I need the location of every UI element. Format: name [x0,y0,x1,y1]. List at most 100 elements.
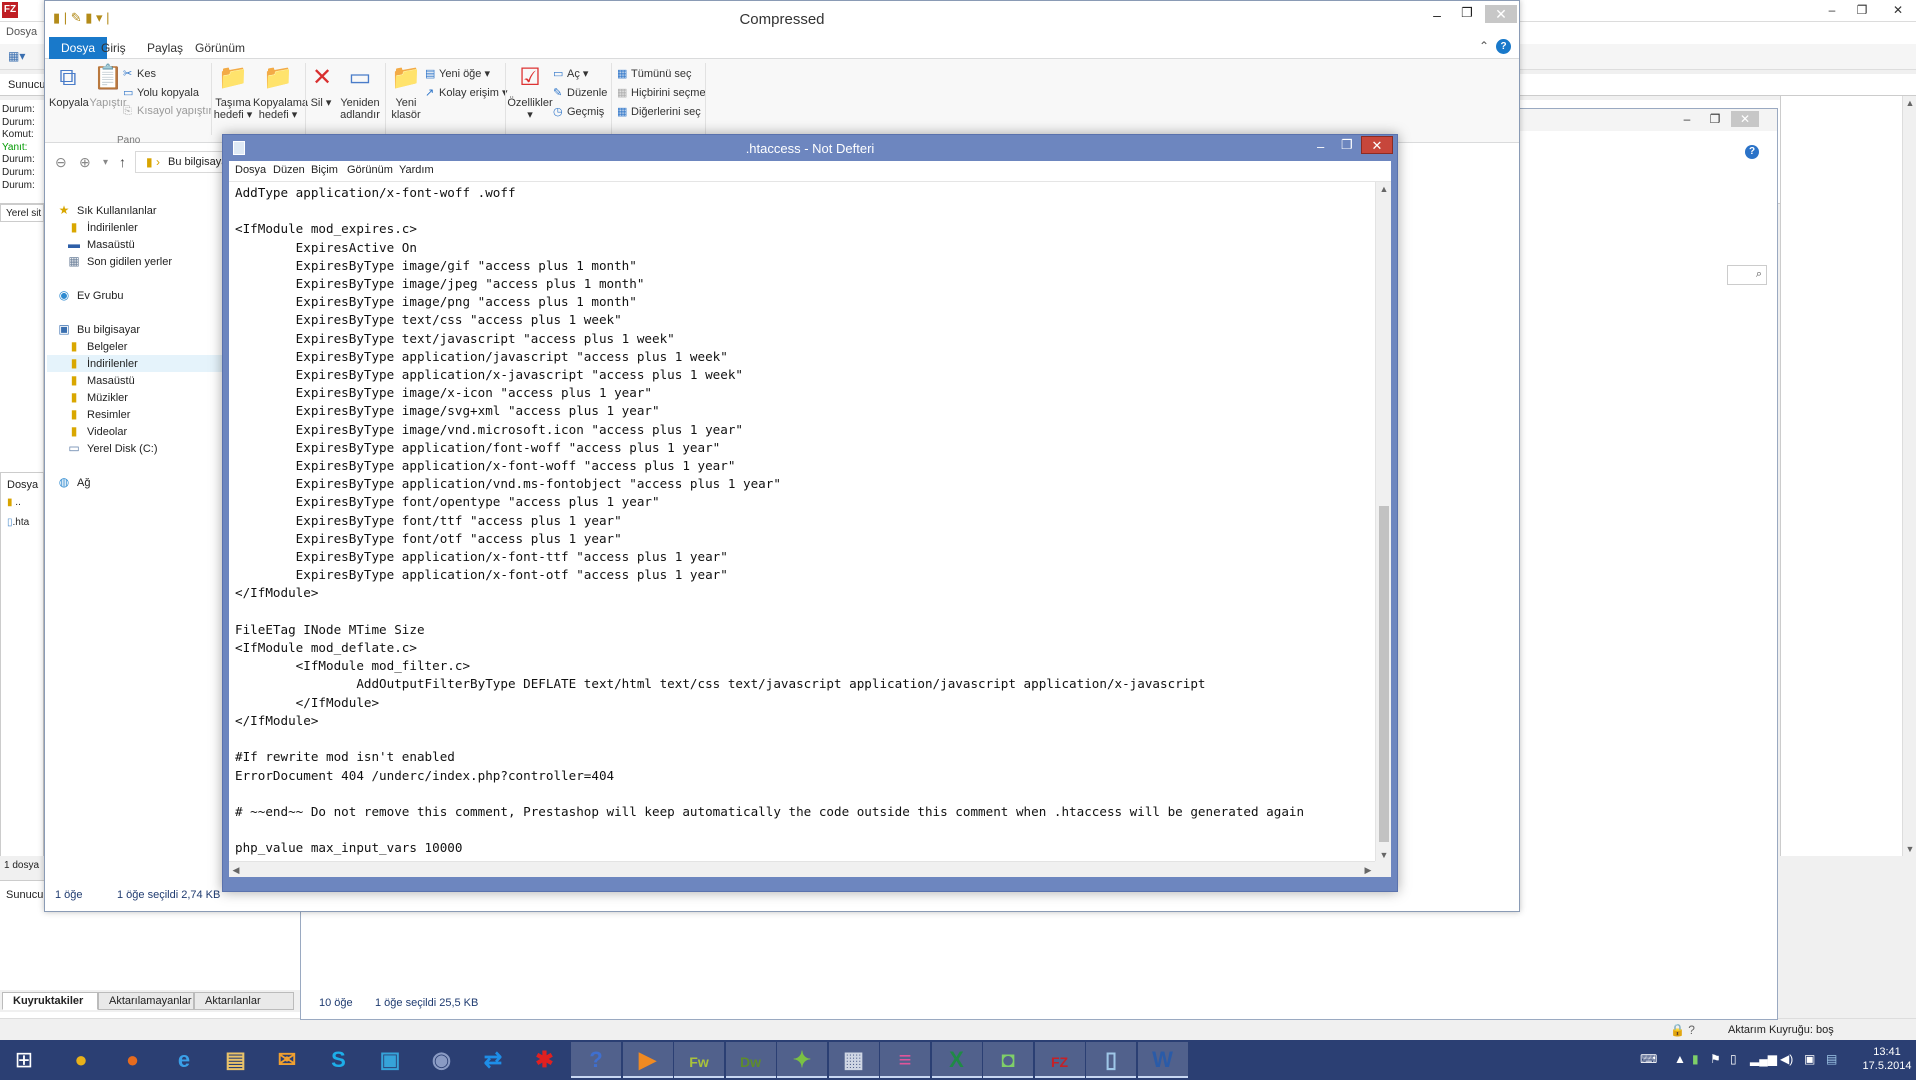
menu-file[interactable]: Dosya [6,26,37,38]
taskbar-button[interactable]: ✦ [777,1042,827,1078]
delete-button[interactable]: ✕ Sil ▾ [307,63,335,109]
list-item[interactable]: ▮ .. [7,497,21,508]
text-content[interactable]: AddType application/x-font-woff .woff <I… [235,184,1304,858]
tray-app-icon[interactable]: ▮ [1692,1052,1699,1066]
text-line[interactable]: ExpiresByType font/otf "access plus 1 ye… [235,530,1304,548]
tab-queued[interactable]: Kuyruktakiler [2,992,98,1010]
taskbar-button[interactable]: X [931,1042,982,1078]
text-line[interactable]: ExpiresByType font/ttf "access plus 1 ye… [235,512,1304,530]
scroll-right-icon[interactable]: ▶ [1361,863,1375,877]
tab-view[interactable]: Görünüm [183,37,257,59]
select-all-button[interactable]: ▦ Tümünü seç [617,67,692,80]
maximize-button[interactable]: ❐ [1701,111,1729,127]
maximize-button[interactable]: ❐ [1848,2,1876,18]
copy-to-button[interactable]: 📁 Kopyalama hedefi ▾ [253,63,308,121]
scroll-thumb[interactable] [1379,506,1389,842]
properties-button[interactable]: ☑ Özellikler ▾ [507,63,553,121]
up-icon[interactable]: ↑ [119,154,126,170]
text-line[interactable]: ExpiresByType image/vnd.microsoft.icon "… [235,421,1304,439]
text-line[interactable]: ExpiresByType image/gif "access plus 1 m… [235,257,1304,275]
vertical-scrollbar[interactable]: ▲ ▼ [1375,182,1391,862]
local-dir-tree[interactable] [0,222,44,472]
text-line[interactable]: <IfModule mod_filter.c> [235,657,1304,675]
new-item-button[interactable]: ▤ Yeni öğe ▾ [425,67,490,80]
text-line[interactable]: <IfModule mod_expires.c> [235,220,1304,238]
text-line[interactable]: php_value max_input_vars 10000 [235,839,1304,857]
text-line[interactable]: ExpiresByType image/png "access plus 1 m… [235,293,1304,311]
text-line[interactable]: </IfModule> [235,694,1304,712]
help-icon[interactable]: ? [1496,39,1511,54]
search-input[interactable]: ⌕ [1727,265,1767,285]
rename-button[interactable]: ▭ Yeniden adlandır [339,63,381,121]
close-button[interactable]: ✕ [1884,2,1912,18]
text-line[interactable]: ExpiresByType application/x-font-otf "ac… [235,566,1304,584]
taskbar-button[interactable]: ▦ [828,1042,879,1078]
text-line[interactable]: ExpiresActive On [235,239,1304,257]
text-line[interactable]: ExpiresByType application/vnd.ms-fontobj… [235,475,1304,493]
remote-scrollbar[interactable]: ▲ ▼ [1902,96,1916,856]
power-icon[interactable]: ▯ [1730,1052,1737,1066]
text-line[interactable] [235,821,1304,839]
text-line[interactable]: # ~~end~~ Do not remove this comment, Pr… [235,803,1304,821]
nav-downloads[interactable]: ▮ İndirilenler [65,220,138,234]
text-line[interactable]: AddOutputFilterByType DEFLATE text/html … [235,675,1304,693]
menu-file[interactable]: Dosya [235,164,266,176]
clock[interactable]: 13:41 17.5.2014 [1862,1045,1912,1073]
minimize-button[interactable]: – [1423,7,1451,23]
taskbar-button[interactable]: ⇄ [468,1042,518,1078]
remote-pane[interactable]: ▲ ▼ [1780,96,1916,856]
nav-pictures[interactable]: ▮ Resimler [65,407,131,421]
text-line[interactable]: </IfModule> [235,584,1304,602]
close-button[interactable]: ✕ [1731,111,1759,127]
text-line[interactable] [235,730,1304,748]
paste-shortcut-button[interactable]: ⎘ Kısayol yapıştır [123,105,212,118]
move-to-button[interactable]: 📁 Taşıma hedefi ▾ [213,63,253,121]
taskbar-button[interactable]: ◉ [417,1042,467,1078]
site-manager-icon[interactable]: ▦▾ [8,49,25,63]
nav-desktop[interactable]: ▬ Masaüstü [65,237,135,251]
nav-local-disk[interactable]: ▭ Yerel Disk (C:) [65,441,157,455]
text-line[interactable]: ExpiresByType text/javascript "access pl… [235,330,1304,348]
list-item[interactable]: ▯.hta [7,517,29,528]
horizontal-scrollbar[interactable]: ◀ ▶ [229,861,1375,877]
taskbar-button[interactable]: ◘ [983,1042,1033,1078]
taskbar-button[interactable]: ✉ [262,1042,312,1078]
minimize-button[interactable]: – [1317,139,1324,154]
nav-favorites[interactable]: ★ Sık Kullanılanlar [55,203,157,217]
taskbar-button[interactable]: e [159,1042,209,1078]
text-line[interactable]: </IfModule> [235,712,1304,730]
text-line[interactable] [235,785,1304,803]
nav-desktop-folder[interactable]: ▮ Masaüstü [65,373,135,387]
minimize-button[interactable]: – [1818,2,1846,18]
invert-selection-button[interactable]: ▦ Diğerlerini seç [617,105,701,118]
nav-recent[interactable]: ▦ Son gidilen yerler [65,254,172,268]
history-button[interactable]: ◷ Geçmiş [553,105,604,118]
local-file-list[interactable]: Dosya ▮ .. ▯.hta [0,472,44,870]
nav-documents[interactable]: ▮ Belgeler [65,339,128,353]
scroll-up-icon[interactable]: ▲ [1903,96,1916,110]
text-line[interactable]: #If rewrite mod isn't enabled [235,748,1304,766]
menu-format[interactable]: Biçim [311,164,338,176]
taskbar-button[interactable]: FZ [1034,1042,1085,1078]
menu-edit[interactable]: Düzen [273,164,305,176]
new-folder-button[interactable]: 📁 Yeni klasör [387,63,425,121]
text-line[interactable]: ExpiresByType image/jpeg "access plus 1 … [235,275,1304,293]
text-line[interactable]: ExpiresByType application/x-font-ttf "ac… [235,548,1304,566]
select-none-button[interactable]: ▦ Hiçbirini seçme [617,86,706,99]
text-line[interactable] [235,603,1304,621]
paste-button[interactable]: 📋 Yapıştır [89,63,127,109]
text-line[interactable]: ExpiresByType application/javascript "ac… [235,348,1304,366]
easy-access-button[interactable]: ↗ Kolay erişim ▾ [425,86,507,99]
tab-failed[interactable]: Aktarılamayanlar [98,992,194,1010]
help-icon[interactable]: ? [1745,145,1759,159]
edit-button[interactable]: ✎ Düzenle [553,86,607,99]
volume-icon[interactable]: ◀) [1780,1052,1793,1066]
recent-locations-icon[interactable]: ▾ [103,157,108,168]
text-line[interactable]: ExpiresByType application/font-woff "acc… [235,439,1304,457]
text-editor-area[interactable]: AddType application/x-font-woff .woff <I… [229,181,1391,877]
minimize-button[interactable]: – [1673,111,1701,127]
taskbar-button[interactable]: ▣ [365,1042,415,1078]
text-line[interactable]: ExpiresByType application/x-javascript "… [235,366,1304,384]
taskbar-button[interactable]: ▤ [211,1042,261,1078]
text-line[interactable] [235,202,1304,220]
